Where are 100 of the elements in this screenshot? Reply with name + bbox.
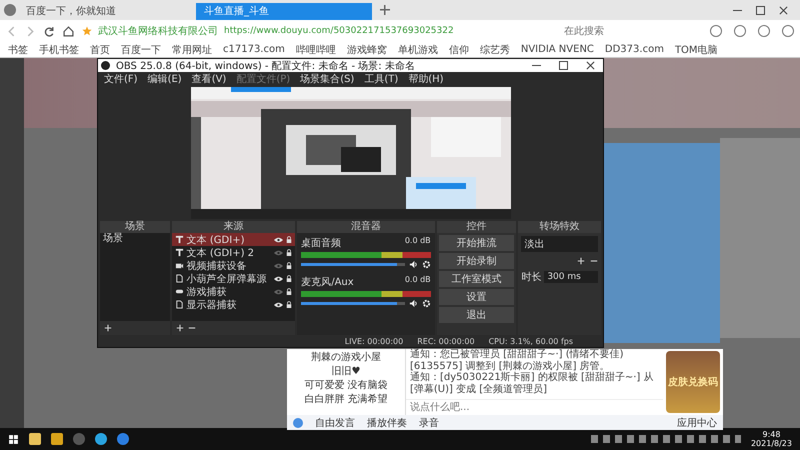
scene-item[interactable]: 场景 (100, 233, 170, 245)
channel-name: 麦克风/Aux (301, 276, 354, 289)
bookmark-link[interactable]: c17173.com (223, 44, 285, 55)
eye-icon[interactable] (274, 236, 284, 242)
bookmark-link[interactable]: 哔哩哔哩 (296, 42, 336, 56)
text-icon (174, 235, 184, 244)
maximize-icon[interactable] (559, 61, 568, 70)
toolbar-icon[interactable] (710, 25, 722, 37)
user-name[interactable]: 旧旧♥ (287, 365, 405, 378)
channel-name: 桌面音频 (301, 236, 342, 250)
close-icon[interactable] (779, 6, 788, 14)
add-icon[interactable] (104, 324, 112, 332)
lock-icon[interactable] (286, 236, 292, 244)
control-button[interactable]: 设置 (438, 289, 514, 305)
lock-icon[interactable] (286, 262, 292, 270)
browser-tab[interactable]: 斗鱼直播_斗鱼 (196, 3, 372, 20)
add-icon[interactable] (577, 257, 585, 265)
transition-select[interactable]: 淡出 (521, 236, 598, 252)
lock-icon[interactable] (286, 274, 292, 282)
toolbar-icon[interactable] (782, 25, 794, 37)
add-icon[interactable] (176, 324, 184, 332)
bookmark-link[interactable]: DD373.com (604, 44, 664, 55)
browser-icon[interactable] (95, 433, 107, 445)
user-name[interactable]: 荆棘の游戏小屋 (287, 351, 405, 364)
bookmark-link[interactable]: NVIDIA NVENC (520, 44, 594, 55)
user-name[interactable]: 白白胖胖 充满希望 (287, 393, 405, 406)
clock-date: 2021/8/23 (750, 439, 792, 448)
app-icon[interactable] (117, 433, 129, 445)
control-button[interactable]: 工作室模式 (438, 271, 514, 287)
maximize-icon[interactable] (756, 6, 765, 14)
window-title: OBS 25.0.8 (64-bit, windows) - 配置文件: 未命名 - 场景: 未命名 (116, 60, 415, 72)
settings-icon[interactable] (422, 260, 431, 269)
speaker-icon[interactable] (408, 299, 418, 308)
volume-slider[interactable] (301, 302, 405, 305)
menu-item[interactable]: 编辑(E) (148, 72, 182, 86)
site-name: 武汉斗鱼网络科技有限公司 (98, 24, 218, 38)
source-item[interactable]: 显示器捕获 (172, 298, 296, 311)
bookmark-link[interactable]: 单机游戏 (398, 42, 438, 56)
control-button[interactable]: 开始录制 (438, 253, 514, 269)
source-item[interactable]: 视频捕获设备 (172, 259, 296, 272)
bookmark-link[interactable]: 综艺秀 (480, 42, 510, 56)
camera-icon (174, 261, 184, 270)
gamepad-icon (174, 287, 184, 296)
channel-reading: 0.0 dB (404, 275, 431, 286)
reload-icon[interactable] (44, 26, 55, 36)
live-status: LIVE: 00:00:00 (344, 336, 404, 346)
url-text: https://www.douyu.com/503022171537693025322 (224, 26, 454, 36)
chat-tool-button[interactable]: 录音 (419, 416, 439, 430)
dock-title: 场景 (100, 221, 170, 233)
channel-reading: 0.0 dB (404, 236, 431, 247)
home-icon[interactable] (63, 26, 74, 36)
bookmark-link[interactable]: 游戏蜂窝 (346, 42, 387, 56)
chat-tool-button[interactable]: 自由发言 (315, 416, 355, 430)
control-button[interactable]: 退出 (438, 307, 514, 323)
bookmark-link[interactable]: TOM电脑 (674, 42, 718, 56)
user-name[interactable]: 可可爱爱 没有脑袋 (287, 379, 405, 392)
address-field[interactable]: 武汉斗鱼网络科技有限公司 https://www.douyu.com/503022171537693025322 (82, 23, 552, 39)
duration-field[interactable]: 300 ms (544, 271, 598, 283)
lock-icon[interactable] (286, 300, 292, 308)
browser-tab[interactable]: 百度一下，你就知道 (18, 3, 194, 20)
speaker-icon[interactable] (408, 260, 418, 269)
menu-item[interactable]: 文件(F) (104, 72, 138, 86)
duration-label: 时长 (521, 270, 542, 284)
lock-icon[interactable] (286, 288, 292, 296)
bookmark-link[interactable]: 首页 (90, 42, 110, 56)
bookmark-link[interactable]: 书签 (8, 42, 28, 56)
toolbar-icon[interactable] (758, 25, 770, 37)
chat-tool-button[interactable]: 播放伴奏 (367, 416, 407, 430)
bookmark-link[interactable]: 手机书签 (39, 42, 79, 56)
dock-title: 控件 (436, 221, 516, 233)
profile-icon[interactable] (4, 4, 16, 16)
eye-icon[interactable] (274, 302, 284, 308)
lock-icon[interactable] (286, 248, 292, 256)
tray-icons[interactable] (590, 435, 741, 443)
toolbar-icon[interactable] (734, 25, 746, 37)
source-item[interactable]: 文本 (GDI+) (172, 233, 296, 246)
bookmark-link[interactable]: 信仰 (448, 42, 469, 56)
bookmark-link[interactable]: 常用网址 (172, 42, 212, 56)
app-logo-icon (101, 61, 110, 70)
menu-item[interactable]: 场景集合(S) (300, 72, 354, 86)
settings-icon[interactable] (422, 299, 431, 308)
app-icon[interactable] (73, 433, 85, 445)
cpu-status: CPU: 3.1%, 60.00 fps (488, 336, 573, 346)
start-icon[interactable] (8, 434, 19, 444)
chat-message: 通知：您已被管理员 [甜甜甜子~·] (情绪不要佳) [6135575] 调整到 [荆棘の游戏小屋] 房管。 (409, 349, 625, 372)
star-icon[interactable] (82, 26, 92, 36)
control-button[interactable]: 开始推流 (438, 235, 514, 251)
dock-title: 混音器 (297, 221, 435, 233)
app-center-button[interactable]: 应用中心 (677, 416, 717, 430)
volume-slider[interactable] (301, 263, 405, 266)
source-item[interactable]: 游戏捕获 (172, 285, 296, 298)
close-icon[interactable] (586, 61, 595, 70)
file-icon (174, 300, 184, 309)
bookmark-link[interactable]: 百度一下 (121, 42, 161, 56)
menu-item[interactable]: 工具(T) (364, 72, 398, 86)
menu-item[interactable]: 查看(V) (192, 72, 226, 86)
menu-item[interactable]: 帮助(H) (408, 72, 444, 86)
source-item[interactable]: 小葫芦全屏弹幕源 (172, 272, 296, 285)
source-item[interactable]: 文本 (GDI+) 2 (172, 246, 296, 259)
eye-icon[interactable] (274, 276, 284, 282)
